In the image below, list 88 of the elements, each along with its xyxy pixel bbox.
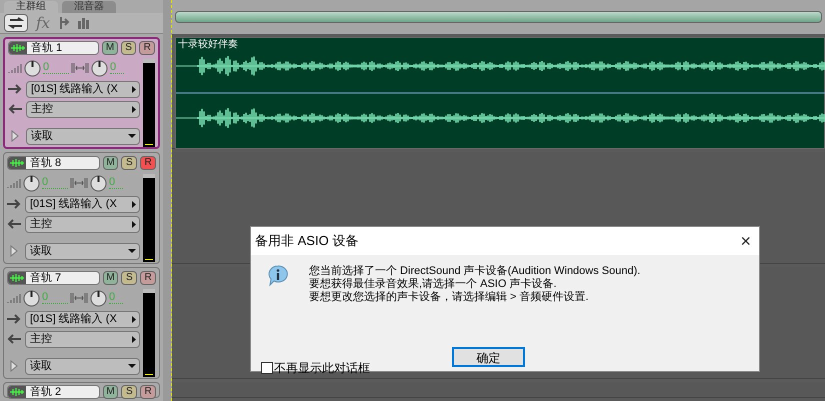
right-caret-icon (132, 316, 136, 322)
send-arrow-icon (58, 16, 70, 30)
waveform-icon (8, 272, 26, 284)
down-caret-icon (128, 134, 136, 138)
automation-dropdown[interactable]: 读取 (26, 128, 140, 144)
output-dropdown[interactable]: 主控 (25, 330, 140, 348)
right-caret-icon (132, 336, 136, 342)
input-dropdown[interactable]: [01S] 线路输入 (X (26, 80, 140, 98)
right-caret-icon (132, 86, 136, 92)
track-name-field[interactable]: 音轨 1 (8, 41, 100, 55)
dropdown-label: [01S] 线路输入 (X (31, 82, 118, 97)
mute-button[interactable]: M (102, 385, 118, 399)
dropdown-label: 读取 (31, 128, 53, 144)
waveform-icon (8, 156, 26, 168)
dont-show-checkbox[interactable]: 不再显示此对话框 (261, 359, 370, 377)
right-caret-icon (132, 220, 136, 228)
mute-button[interactable]: M (102, 270, 118, 284)
sends-button[interactable] (58, 16, 70, 30)
volume-level-icon (8, 63, 22, 73)
info-icon (267, 265, 289, 287)
volume-level-icon (7, 178, 21, 188)
mute-button[interactable]: M (102, 156, 118, 170)
dropdown-label: 主控 (31, 102, 53, 117)
track-name: 音轨 7 (29, 272, 62, 284)
knob-icon[interactable] (91, 60, 108, 76)
knob-icon[interactable] (90, 290, 107, 306)
right-arrow-icon (8, 84, 22, 94)
left-arrow-icon (7, 334, 21, 344)
dropdown-label: [01S] 线路输入 (X (30, 312, 117, 327)
output-dropdown[interactable]: 主控 (26, 100, 140, 118)
track-name-field[interactable]: 音轨 8 (7, 156, 100, 170)
left-arrow-icon (8, 104, 22, 114)
dropdown-label: 读取 (30, 358, 52, 374)
input-dropdown[interactable]: [01S] 线路输入 (X (25, 196, 140, 212)
down-caret-icon (128, 364, 136, 368)
knob-icon[interactable] (23, 174, 40, 192)
dropdown-label: 读取 (30, 244, 52, 259)
knob-icon[interactable] (90, 174, 107, 192)
message-line: 要想获得最佳录音效果,请选择一个 ASIO 声卡设备. (309, 278, 558, 290)
waveform-icon (9, 42, 27, 54)
automation-dropdown[interactable]: 读取 (25, 358, 140, 374)
eq-button[interactable] (78, 18, 90, 28)
message-line: 您当前选择了一个 DirectSound 声卡设备(Audition Windows Sound). (309, 265, 640, 278)
pan-icon (70, 293, 88, 303)
left-arrow-icon (7, 219, 21, 229)
right-caret-icon (132, 200, 136, 208)
right-arrow-icon (7, 199, 21, 209)
tab[interactable]: 主群组 (4, 1, 58, 13)
track-name: 音轨 2 (29, 386, 62, 398)
solo-button[interactable]: S (121, 385, 138, 399)
record-button[interactable]: R (139, 41, 155, 55)
bars-icon (78, 18, 90, 28)
dropdown-label: [01S] 线路输入 (X (30, 196, 117, 212)
pan-icon (71, 63, 89, 73)
volume-level-icon (7, 293, 21, 303)
track-name: 音轨 1 (30, 42, 62, 54)
tab[interactable]: 混音器 (62, 1, 116, 13)
record-button[interactable]: R (140, 270, 156, 284)
right-arrow-icon (7, 314, 21, 324)
horizontal-scrollbar[interactable] (175, 11, 822, 23)
knob-icon[interactable] (23, 290, 40, 306)
dropdown-label: 主控 (30, 216, 52, 232)
input-dropdown[interactable]: [01S] 线路输入 (X (25, 310, 140, 328)
dialog-title: 备用非 ASIO 设备 (255, 232, 358, 250)
solo-button[interactable]: S (120, 41, 136, 55)
close-button[interactable]: × (740, 232, 751, 250)
clip-name: 十录较好伴奏 (178, 39, 238, 51)
knob-icon[interactable] (24, 60, 41, 76)
mute-button[interactable]: M (102, 41, 118, 55)
record-button[interactable]: R (140, 156, 156, 170)
pan-icon (70, 178, 88, 188)
output-dropdown[interactable]: 主控 (25, 216, 140, 232)
automation-dropdown[interactable]: 读取 (25, 242, 140, 260)
solo-button[interactable]: S (121, 270, 138, 284)
track-name-field[interactable]: 音轨 2 (7, 385, 100, 399)
input-output-button[interactable] (4, 14, 28, 32)
swap-arrows-icon (8, 17, 24, 29)
ok-button[interactable]: 确定 (452, 347, 525, 367)
waveform-icon (8, 386, 26, 398)
solo-button[interactable]: S (121, 156, 138, 170)
track-name: 音轨 8 (29, 156, 62, 168)
right-caret-icon (132, 106, 136, 112)
checkbox-label: 不再显示此对话框 (274, 360, 370, 377)
record-button[interactable]: R (140, 385, 156, 399)
down-caret-icon (128, 249, 136, 253)
dropdown-label: 主控 (30, 332, 52, 347)
message-line: 要想更改您选择的声卡设备，请选择编辑 > 音频硬件设置. (309, 291, 590, 304)
track-name-field[interactable]: 音轨 7 (7, 270, 100, 284)
